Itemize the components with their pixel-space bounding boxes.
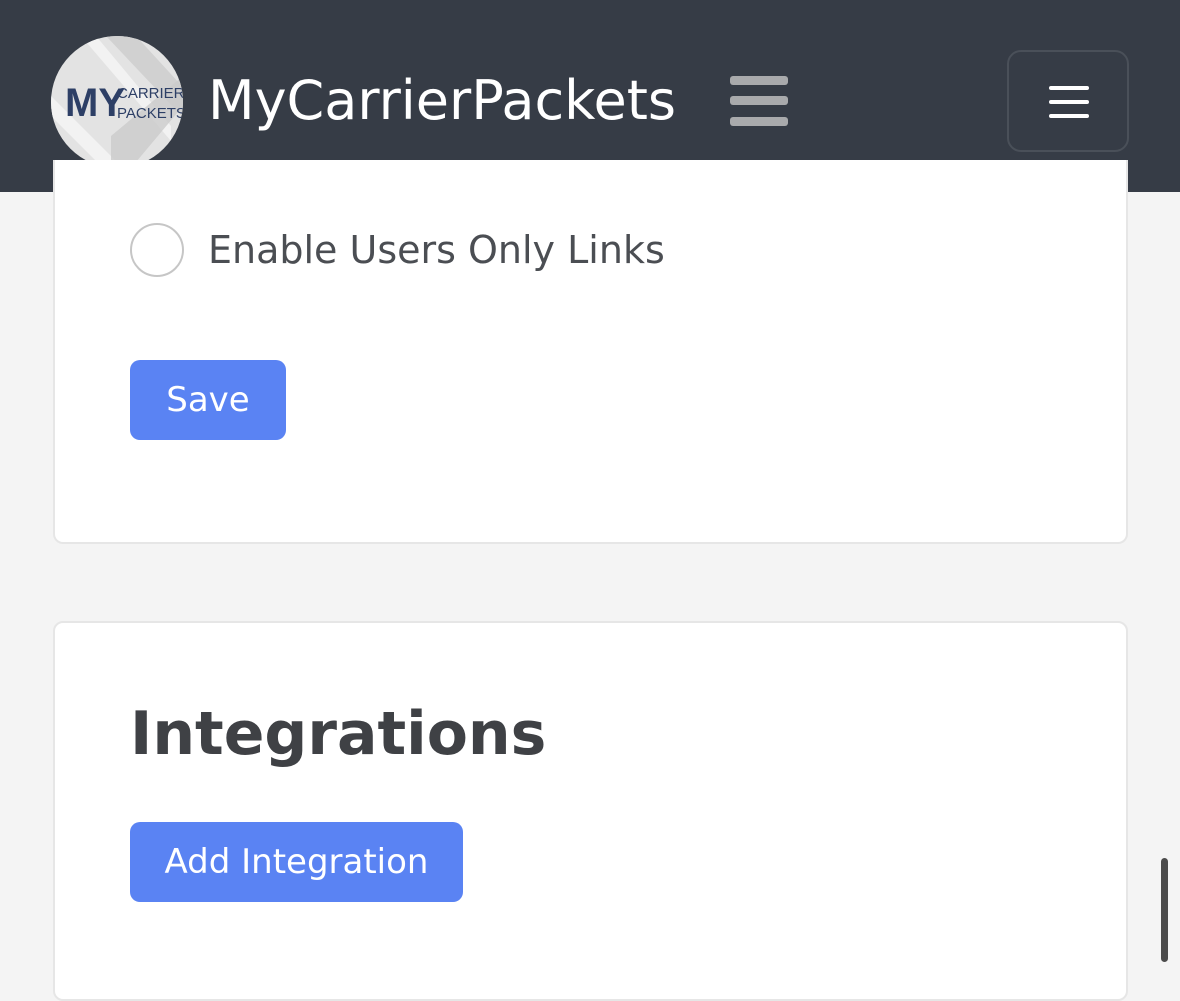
integrations-title: Integrations <box>130 699 547 769</box>
brand-name[interactable]: MyCarrierPackets <box>208 64 676 138</box>
brand-logo[interactable]: MY CARRIER PACKETS <box>51 36 183 168</box>
add-integration-button[interactable]: Add Integration <box>130 822 463 902</box>
hamburger-bar <box>730 76 788 85</box>
hamburger-bar <box>730 96 788 105</box>
hamburger-bar <box>730 117 788 126</box>
save-button[interactable]: Save <box>130 360 286 440</box>
menu-bar <box>1049 86 1089 90</box>
users-only-links-option[interactable]: Enable Users Only Links <box>128 220 665 280</box>
svg-text:CARRIER: CARRIER <box>117 85 183 102</box>
integrations-card <box>53 621 1128 1001</box>
menu-bar <box>1049 114 1089 118</box>
users-only-links-label: Enable Users Only Links <box>208 228 665 272</box>
logo-graphic: MY CARRIER PACKETS <box>51 36 183 168</box>
users-only-links-radio[interactable] <box>130 223 184 277</box>
menu-icon[interactable] <box>1007 50 1129 152</box>
scrollbar[interactable] <box>1161 858 1168 962</box>
svg-text:PACKETS: PACKETS <box>117 105 183 122</box>
hamburger-icon[interactable] <box>728 72 790 132</box>
menu-bar <box>1049 100 1089 104</box>
settings-card <box>53 160 1128 544</box>
